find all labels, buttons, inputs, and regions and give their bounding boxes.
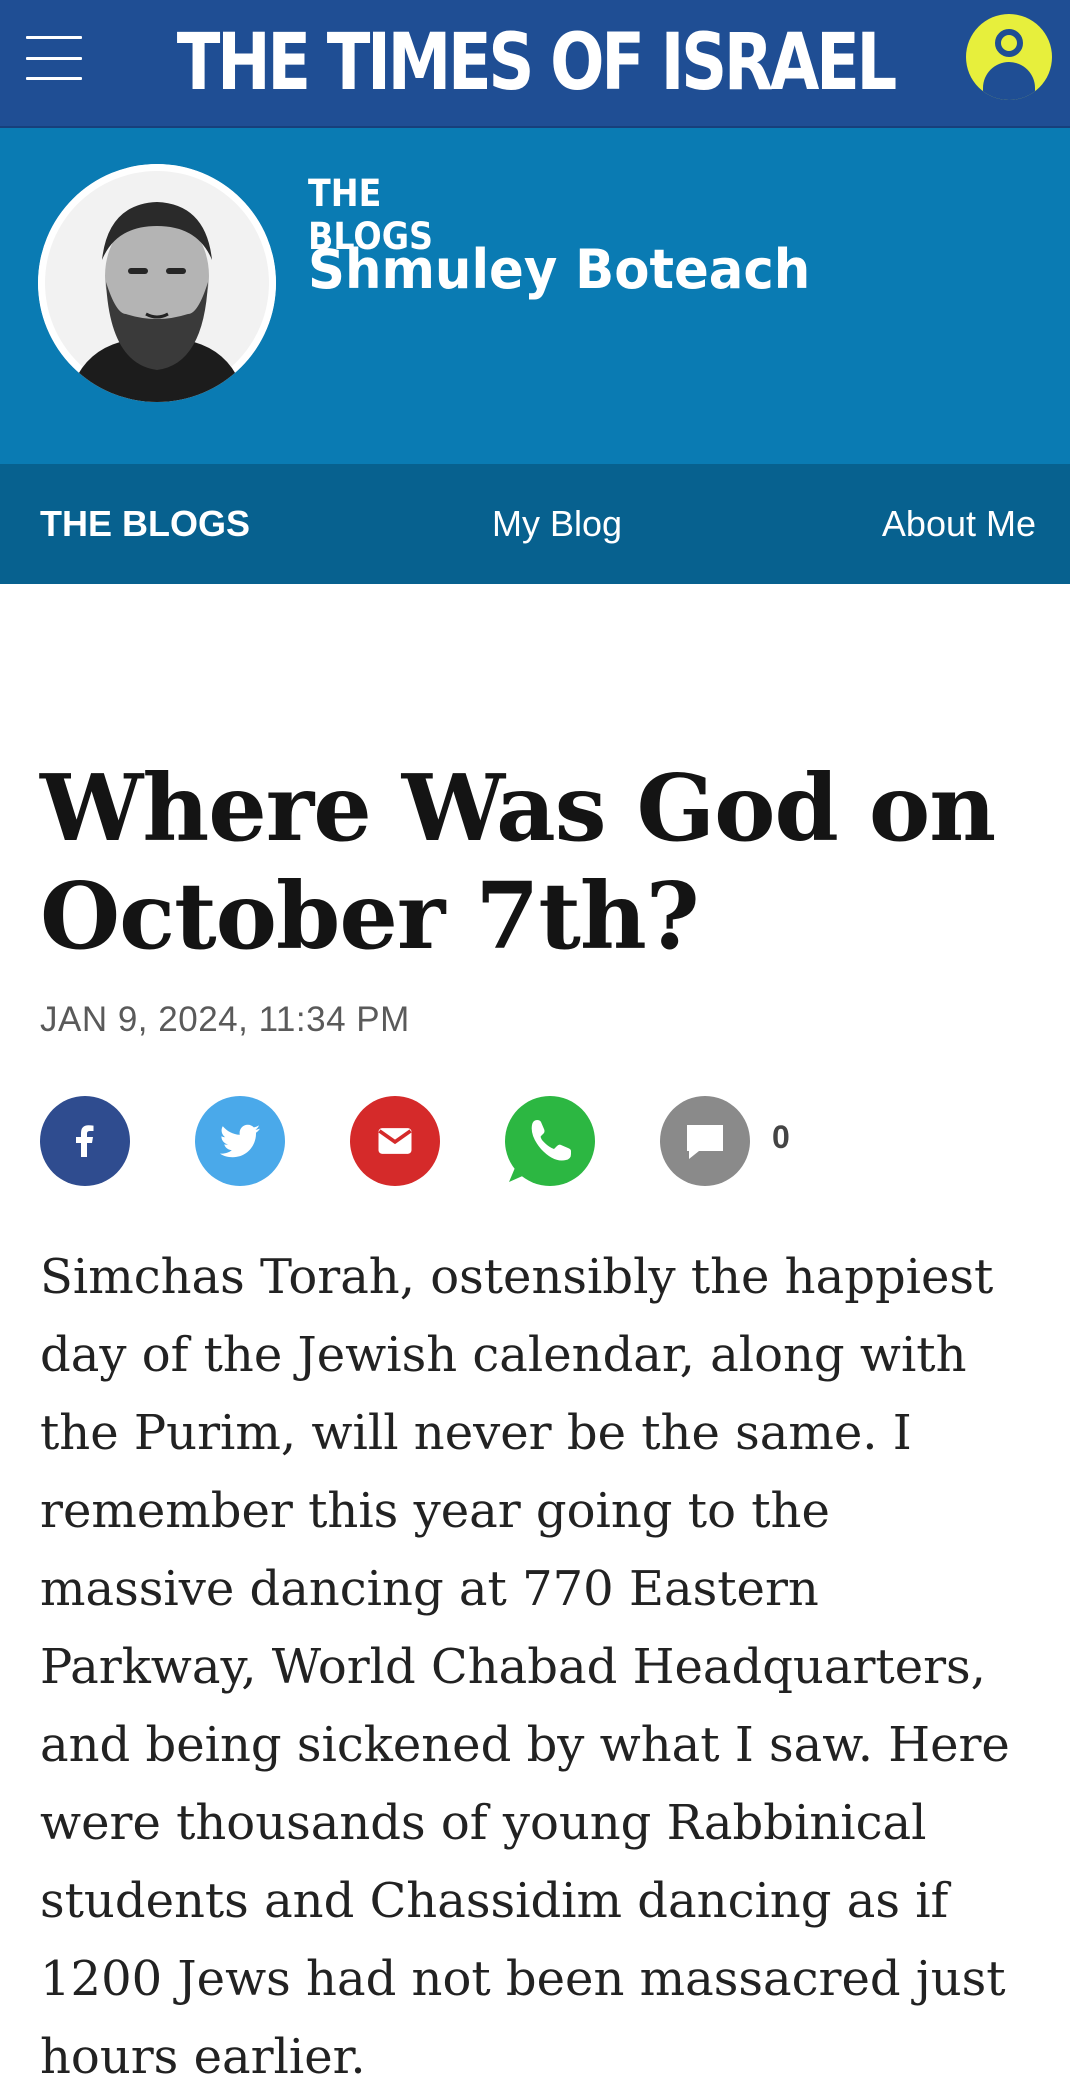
email-share-button[interactable] <box>350 1096 440 1186</box>
twitter-share-button[interactable] <box>195 1096 285 1186</box>
article: Where Was God on October 7th? JAN 9, 202… <box>0 584 1070 2096</box>
whatsapp-share-button[interactable] <box>505 1096 595 1186</box>
site-header: THE TIMES OF ISRAEL <box>0 0 1070 128</box>
facebook-share-button[interactable] <box>40 1096 130 1186</box>
blog-subnav: THE BLOGS My Blog About Me <box>0 464 1070 584</box>
article-dateline: JAN 9, 2024, 11:34 PM <box>40 1000 410 1039</box>
author-name[interactable]: Shmuley Boteach <box>308 238 810 301</box>
comment-bubble-icon <box>687 1125 723 1159</box>
subnav-about-me[interactable]: About Me <box>882 464 1036 584</box>
subnav-the-blogs[interactable]: THE BLOGS <box>40 464 250 584</box>
author-avatar[interactable] <box>38 164 276 402</box>
article-body-paragraph: Simchas Torah, ostensibly the happiest d… <box>40 1249 1010 2085</box>
twitter-bird-icon <box>220 1124 260 1158</box>
comment-count[interactable]: 0 <box>772 1119 790 1156</box>
envelope-icon <box>378 1128 412 1154</box>
subnav-my-blog[interactable]: My Blog <box>492 464 622 584</box>
author-portrait <box>38 164 276 402</box>
site-logo[interactable]: THE TIMES OF ISRAEL <box>176 24 897 102</box>
whatsapp-icon <box>509 1099 593 1182</box>
hamburger-menu-icon[interactable] <box>26 36 82 80</box>
user-account-icon[interactable] <box>966 14 1052 100</box>
share-bar: 0 <box>40 1096 1030 1186</box>
article-title: Where Was God on October 7th? <box>40 754 996 970</box>
facebook-icon <box>76 1125 94 1157</box>
blog-author-header: THE BLOGS Shmuley Boteach <box>0 128 1070 464</box>
comments-button[interactable] <box>660 1096 750 1186</box>
